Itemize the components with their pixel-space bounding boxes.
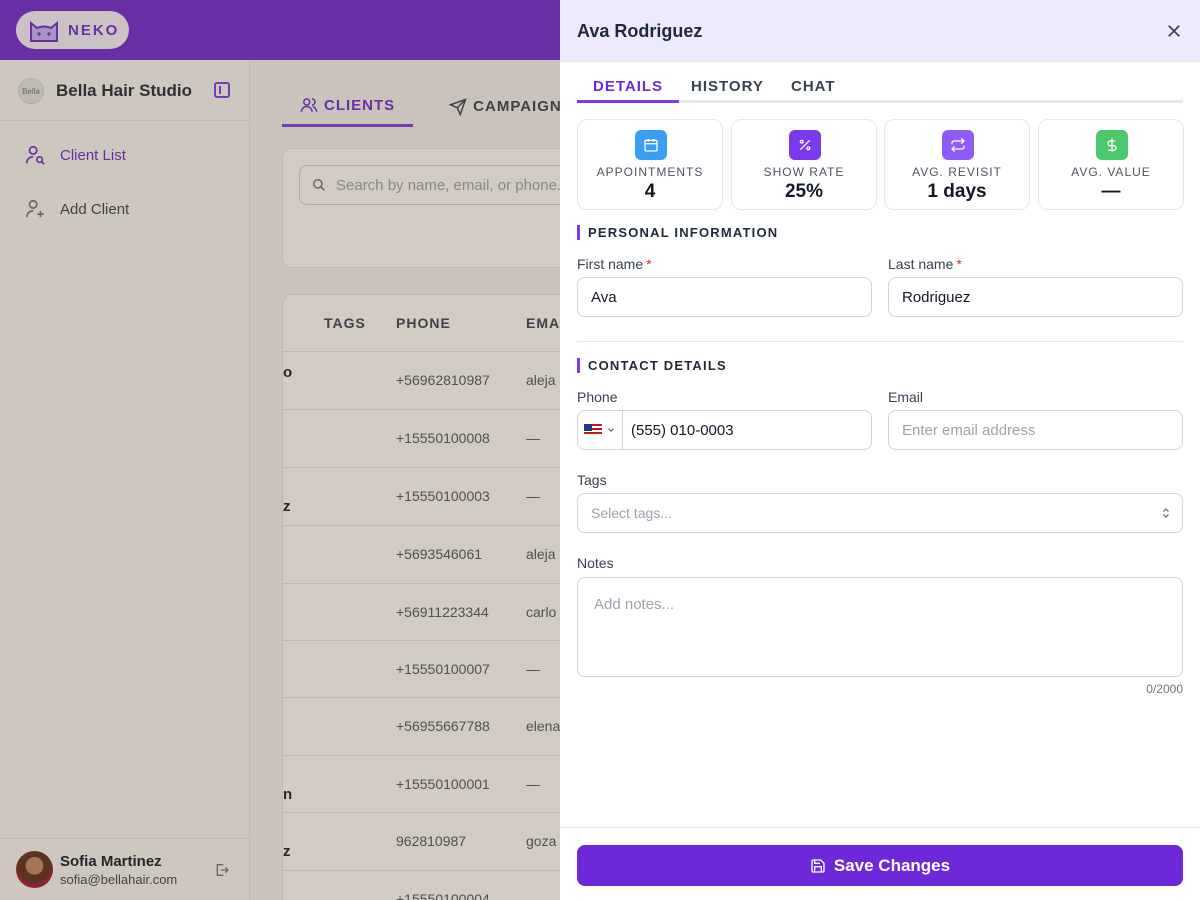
save-icon: [811, 858, 825, 873]
tags-select[interactable]: Select tags...: [577, 493, 1183, 533]
email-field[interactable]: Enter email address: [888, 410, 1183, 450]
repeat-icon: [942, 130, 974, 160]
email-placeholder: Enter email address: [902, 421, 1036, 439]
chevron-up-down-icon: [1163, 508, 1169, 518]
notes-placeholder: Add notes...: [594, 596, 675, 613]
drawer-title: Ava Rodriguez: [577, 21, 703, 41]
last-name-value: Rodriguez: [902, 288, 971, 306]
notes-char-counter: 0/2000: [1146, 682, 1183, 696]
first-name-label: First name *: [577, 256, 652, 272]
stat-show-rate: SHOW RATE 25%: [731, 119, 877, 210]
email-label: Email: [888, 389, 924, 405]
section-title-contact: CONTACT DETAILS: [577, 358, 727, 373]
notes-label: Notes: [577, 555, 614, 571]
stat-label: APPOINTMENTS: [596, 165, 704, 179]
save-button-label: Save Changes: [833, 855, 951, 875]
first-name-value: Ava: [591, 288, 617, 306]
field-label-text: First name: [577, 256, 644, 272]
dollar-icon: [1096, 130, 1128, 160]
section-title-personal: PERSONAL INFORMATION: [577, 225, 778, 240]
chevron-down-icon: [608, 428, 614, 433]
us-flag-icon: [584, 424, 602, 436]
stat-label: SHOW RATE: [763, 165, 845, 179]
stat-label: AVG. VALUE: [1071, 165, 1151, 179]
tags-label: Tags: [577, 472, 607, 488]
stat-avg-value: AVG. VALUE —: [1038, 119, 1184, 210]
notes-textarea[interactable]: Add notes...: [577, 577, 1183, 677]
country-selector[interactable]: [578, 411, 623, 449]
percent-icon: [789, 130, 821, 160]
last-name-field[interactable]: Rodriguez: [888, 277, 1183, 317]
stat-value: 4: [644, 181, 656, 202]
stat-value: 1 days: [927, 181, 987, 202]
save-button[interactable]: Save Changes: [577, 845, 1183, 886]
stat-appointments: APPOINTMENTS 4: [577, 119, 723, 210]
last-name-label: Last name *: [888, 256, 962, 272]
drawer-footer: Save Changes: [560, 827, 1200, 900]
phone-label: Phone: [577, 389, 618, 405]
stat-value: 25%: [784, 181, 824, 202]
modal-backdrop[interactable]: [0, 0, 560, 900]
client-detail-drawer: Ava Rodriguez DETAILS HISTORY CHAT APPOI…: [560, 0, 1200, 900]
section-divider: [577, 341, 1183, 342]
required-mark: *: [956, 256, 962, 272]
close-icon[interactable]: [1165, 22, 1183, 40]
first-name-field[interactable]: Ava: [577, 277, 872, 317]
drawer-header: Ava Rodriguez: [560, 0, 1200, 62]
tab-history[interactable]: HISTORY: [691, 78, 764, 103]
field-label-text: Last name: [888, 256, 954, 272]
stat-value: —: [1101, 181, 1121, 202]
calendar-icon: [635, 130, 667, 160]
tab-chat[interactable]: CHAT: [791, 78, 836, 103]
phone-field[interactable]: (555) 010-0003: [577, 410, 872, 450]
stat-label: AVG. REVISIT: [912, 165, 1002, 179]
phone-value: (555) 010-0003: [631, 421, 734, 439]
required-mark: *: [646, 256, 652, 272]
tags-placeholder: Select tags...: [591, 505, 672, 521]
tab-details[interactable]: DETAILS: [577, 78, 680, 103]
drawer-tabs: DETAILS HISTORY CHAT: [577, 78, 1183, 103]
stat-avg-revisit: AVG. REVISIT 1 days: [884, 119, 1030, 210]
